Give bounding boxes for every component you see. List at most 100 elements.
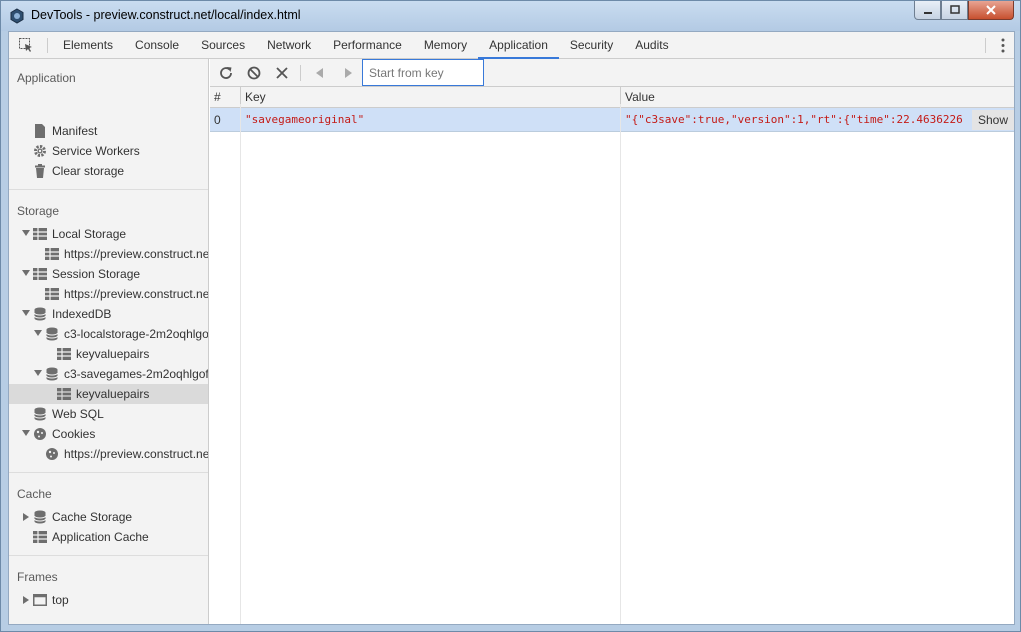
devtools-client: Elements Console Sources Network Perform… [8,31,1015,625]
gear-icon [34,145,46,157]
sidebar-item-local-storage[interactable]: Local Storage [9,224,208,244]
sidebar-item-frame-top[interactable]: top [9,590,208,610]
tab-application[interactable]: Application [478,32,559,59]
title-bar[interactable]: DevTools - preview.construct.net/local/i… [1,1,1020,31]
tab-console[interactable]: Console [124,32,190,59]
expand-arrow-icon[interactable] [22,430,30,436]
tab-audits[interactable]: Audits [624,32,679,59]
expand-arrow-icon[interactable] [34,330,42,336]
expand-arrow-icon[interactable] [22,270,30,276]
section-application: Application [17,71,76,85]
devtools-app-icon [10,8,24,24]
next-page-icon[interactable] [340,65,356,81]
menu-separator [985,38,986,53]
sidebar-item-session-storage-origin[interactable]: https://preview.construct.net [9,284,209,304]
sidebar-item-service-workers[interactable]: Service Workers [9,141,208,161]
sidebar-item-local-storage-origin[interactable]: https://preview.construct.net [9,244,209,264]
grid-header: # Key Value [210,87,1014,108]
tab-network[interactable]: Network [256,32,322,59]
show-value-button[interactable]: Show [971,110,1014,130]
inspect-element-icon[interactable] [18,37,34,53]
start-from-key-input[interactable] [362,59,484,86]
sidebar-item-db-localstorage[interactable]: c3-localstorage-2m2oqhlgofz [9,324,209,344]
tab-memory[interactable]: Memory [413,32,478,59]
table-icon [33,531,47,543]
table-icon [33,228,47,240]
database-icon [34,510,46,524]
sidebar-item-label: IndexedDB [52,307,112,321]
cookie-icon [46,448,58,460]
sidebar-item-label: c3-localstorage-2m2oqhlgofz [64,327,209,341]
section-storage: Storage [17,204,60,218]
sidebar-item-label: Session Storage [52,267,141,281]
data-toolbar [210,59,1014,87]
maximize-button[interactable] [941,1,968,20]
more-options-icon[interactable] [1001,38,1005,53]
refresh-icon[interactable] [218,65,234,81]
expand-arrow-icon[interactable] [34,370,42,376]
column-header-index[interactable]: # [210,87,241,108]
clear-icon[interactable] [246,65,262,81]
sidebar-item-websql[interactable]: Web SQL [9,404,208,424]
tab-performance[interactable]: Performance [322,32,413,59]
database-icon [46,327,58,341]
minimize-icon [923,12,932,14]
sidebar-item-session-storage[interactable]: Session Storage [9,264,208,284]
sidebar-item-label: https://preview.construct.net [64,247,209,261]
sidebar-item-label: Manifest [52,124,98,138]
previous-page-icon[interactable] [312,65,328,81]
tab-sources[interactable]: Sources [190,32,256,59]
frame-icon [33,594,47,606]
column-divider [240,104,241,624]
sidebar-item-label: c3-savegames-2m2oqhlgofz [64,367,209,381]
table-icon [45,288,59,300]
close-button[interactable] [968,1,1014,20]
toolbar-separator [300,65,301,81]
sidebar-item-clear-storage[interactable]: Clear storage [9,161,208,181]
expand-arrow-icon[interactable] [22,230,30,236]
delete-selected-icon[interactable] [274,65,290,81]
tab-elements[interactable]: Elements [52,32,124,59]
close-icon [986,5,996,15]
sidebar-item-label: Web SQL [52,407,104,421]
expand-arrow-icon[interactable] [22,310,30,316]
section-frames: Frames [17,570,58,584]
expand-arrow-icon[interactable] [23,513,29,521]
database-icon [34,307,46,321]
sidebar-item-label: keyvaluepairs [76,347,150,361]
sidebar-item-db-localstorage-store[interactable]: keyvaluepairs [9,344,208,364]
sidebar-item-label: Clear storage [52,164,125,178]
devtools-window: DevTools - preview.construct.net/local/i… [0,0,1021,632]
cell-key: "savegameoriginal" [241,108,621,132]
sidebar-item-cookies[interactable]: Cookies [9,424,208,444]
tab-separator [47,38,48,53]
sidebar-item-indexeddb[interactable]: IndexedDB [9,304,208,324]
sidebar-item-label: Application Cache [52,530,149,544]
sidebar-item-label: https://preview.construct.net [64,287,209,301]
document-icon [35,124,45,138]
tab-security[interactable]: Security [559,32,624,59]
cell-index: 0 [210,108,241,132]
column-header-value[interactable]: Value [621,87,1014,108]
sidebar-item-db-savegames-store[interactable]: keyvaluepairs [9,384,208,404]
sidebar-item-label: Service Workers [52,144,140,158]
sidebar-item-db-savegames[interactable]: c3-savegames-2m2oqhlgofz [9,364,209,384]
minimize-button[interactable] [914,1,941,20]
sidebar-item-application-cache[interactable]: Application Cache [9,527,208,547]
table-icon [33,268,47,280]
cookie-icon [34,428,46,440]
panel-tabs: Elements Console Sources Network Perform… [52,32,680,59]
section-divider [9,472,208,473]
sidebar-item-label: Local Storage [52,227,127,241]
sidebar-item-label: Cookies [52,427,96,441]
sidebar-item-label: Cache Storage [52,510,133,524]
column-header-key[interactable]: Key [241,87,621,108]
sidebar-item-cache-storage[interactable]: Cache Storage [9,507,208,527]
section-divider [9,189,208,190]
expand-arrow-icon[interactable] [23,596,29,604]
database-icon [46,367,58,381]
sidebar-item-cookies-origin[interactable]: https://preview.construct.net [9,444,208,464]
table-row[interactable]: 0 "savegameoriginal" "{"c3save":true,"ve… [210,108,1014,132]
database-icon [34,407,46,421]
sidebar-item-manifest[interactable]: Manifest [9,121,208,141]
